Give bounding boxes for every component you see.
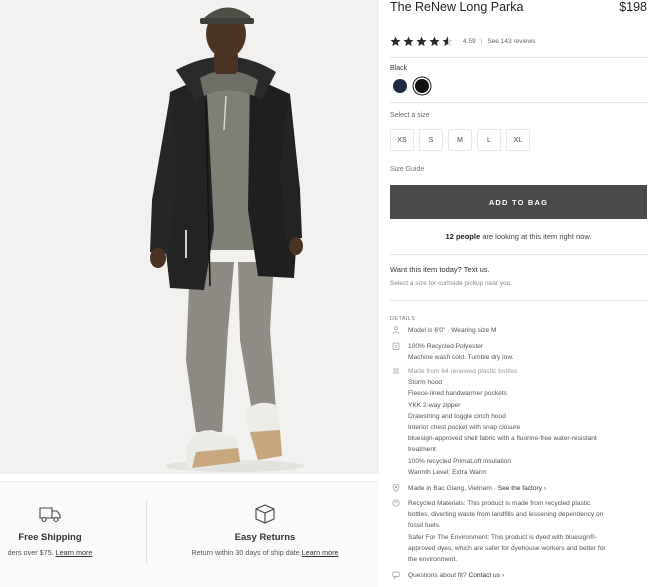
detail-line: bluesign-approved shell fabric with a fl… <box>408 435 597 443</box>
free-shipping-learn-more-link[interactable]: Learn more <box>56 548 93 557</box>
box-icon <box>255 504 275 524</box>
size-option-s[interactable]: S <box>419 129 443 151</box>
detail-line: 100% recycled PrimaLoft insulation <box>408 457 511 465</box>
person-icon <box>392 326 400 334</box>
detail-line: Warmth Level: Extra Warm <box>408 468 487 476</box>
detail-line: bottles, diverting waste from landfills … <box>408 511 604 519</box>
star-half-icon <box>442 35 453 46</box>
product-image <box>0 0 379 474</box>
detail-line: YKK 2-way zipper <box>408 401 461 409</box>
divider <box>390 254 647 255</box>
size-option-m[interactable]: M <box>448 129 472 151</box>
size-option-xs[interactable]: XS <box>390 129 414 151</box>
see-factory-link[interactable]: See the factory › <box>498 485 546 492</box>
list-icon <box>393 368 399 374</box>
color-label: Black <box>390 65 408 72</box>
detail-line: approved dyes, which are safer for dyeho… <box>408 544 606 552</box>
size-option-l[interactable]: L <box>477 129 501 151</box>
divider <box>390 102 647 103</box>
free-shipping-title: Free Shipping <box>18 532 82 543</box>
details-heading: DETAILS <box>390 316 416 322</box>
detail-line: Made from 64 renewed plastic bottles <box>408 368 518 375</box>
truck-icon <box>39 507 61 523</box>
perks-divider <box>146 500 147 564</box>
viewers-notice: 12 people are looking at this item right… <box>445 232 592 241</box>
detail-line: Storm hood <box>408 379 443 387</box>
pickup-subtitle: Select a size for curbside pickup near y… <box>390 280 513 287</box>
product-price: $198 <box>619 0 647 14</box>
viewers-count: 12 people <box>445 232 481 241</box>
contact-us-link[interactable]: Contact us › <box>468 572 504 579</box>
garment-tag-icon <box>392 342 400 350</box>
detail-line: Safer For The Environment: This product … <box>408 533 597 541</box>
star-full-icon <box>429 35 440 46</box>
product-info-panel: The ReNew Long Parka $198 4.59 | See 143… <box>390 0 647 587</box>
easy-returns-title: Easy Returns <box>234 532 296 543</box>
perks-bar: Free Shipping ders over $75. Learn more … <box>0 481 379 587</box>
detail-line: Interior chest pocket with snap closure <box>408 424 521 432</box>
detail-line: Machine wash cold. Tumble dry low. <box>408 354 514 362</box>
detail-line: treatment <box>408 446 436 454</box>
location-pin-icon <box>392 484 400 492</box>
model-wearing-parka-illustration <box>0 0 379 474</box>
swatch-black[interactable] <box>415 79 429 93</box>
add-to-bag-button[interactable]: ADD TO BAG <box>390 185 647 219</box>
detail-line: Fleece-lined handwarmer pockets <box>408 390 507 398</box>
easy-returns-learn-more-link[interactable]: Learn more <box>302 548 339 557</box>
rating-row[interactable]: 4.59 | See 143 reviews <box>390 34 535 48</box>
product-title: The ReNew Long Parka <box>390 0 524 14</box>
divider <box>390 300 647 301</box>
star-full-icon <box>416 35 427 46</box>
detail-line: Recycled Materials: This product is made… <box>408 500 591 507</box>
rating-separator: | <box>480 37 483 45</box>
size-label: Select a size <box>390 112 430 119</box>
reviews-link[interactable]: See 143 reviews <box>487 38 535 45</box>
free-shipping-perk: Free Shipping ders over $75. Learn more <box>0 482 140 557</box>
star-full-icon <box>390 35 401 46</box>
chat-icon <box>392 571 400 579</box>
rating-stars <box>390 35 453 47</box>
free-shipping-text: ders over $75. Learn more <box>7 548 93 557</box>
star-full-icon <box>403 35 414 46</box>
detail-line: Questions about fit? Contact us › <box>408 572 505 579</box>
detail-line: 100% Recycled Polyester <box>408 343 484 350</box>
size-options: XS S M L XL <box>390 129 530 151</box>
easy-returns-perk: Easy Returns Return within 30 days of sh… <box>170 482 360 557</box>
detail-line: Made in Bac Giang, Vietnam · See the fac… <box>408 485 547 492</box>
divider <box>390 57 647 58</box>
detail-line: Drawstring and toggle cinch hood <box>408 412 506 420</box>
swatch-navy[interactable] <box>393 79 407 93</box>
color-swatches <box>393 79 429 93</box>
easy-returns-text: Return within 30 days of ship date.Learn… <box>191 548 339 557</box>
title-row: The ReNew Long Parka $198 <box>390 0 647 16</box>
detail-line: the environment. <box>408 556 458 564</box>
detail-line: Model is 6'0" · Wearing size M <box>408 327 497 334</box>
detail-line: fossil fuels. <box>408 522 441 530</box>
pickup-title[interactable]: Want this item today? Text us. <box>390 265 490 274</box>
size-guide-link[interactable]: Size Guide <box>390 166 424 173</box>
recycle-icon <box>392 499 400 507</box>
rating-value: 4.59 <box>463 37 476 45</box>
size-option-xl[interactable]: XL <box>506 129 530 151</box>
